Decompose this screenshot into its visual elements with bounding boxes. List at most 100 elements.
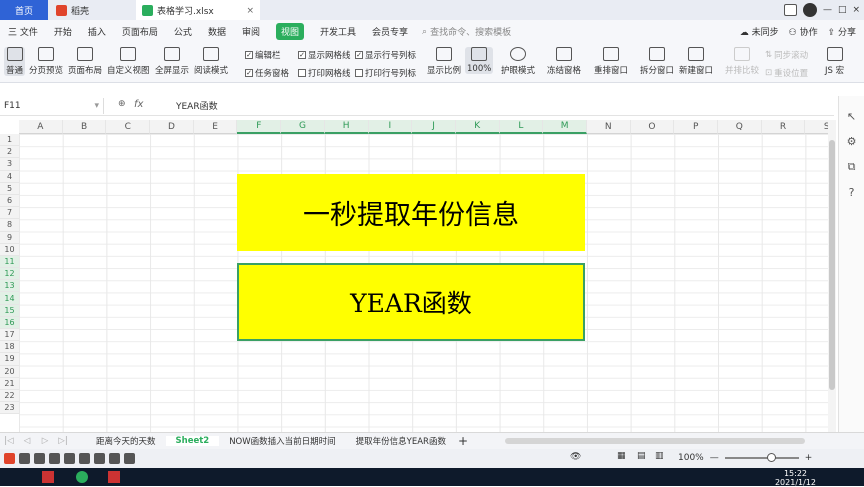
command-search[interactable]: ⌕ 查找命令、搜索模板 bbox=[422, 25, 511, 39]
eye-protection-button[interactable]: 护眼模式 bbox=[501, 47, 535, 76]
zoom-slider-knob[interactable] bbox=[766, 453, 776, 462]
normal-view-button[interactable]: 普通 bbox=[4, 47, 26, 76]
menu-file[interactable]: 三 文件 bbox=[0, 20, 46, 43]
sync-scroll-button[interactable]: ⇅ 同步滚动 bbox=[765, 49, 808, 61]
last-sheet-icon[interactable]: ▷| bbox=[54, 436, 72, 446]
row-header[interactable]: 18 bbox=[0, 341, 19, 354]
row-header[interactable]: 3 bbox=[0, 158, 19, 171]
column-header[interactable]: F bbox=[237, 120, 282, 134]
zoom-100-button[interactable]: 100% bbox=[465, 47, 494, 74]
row-header[interactable]: 9 bbox=[0, 231, 19, 244]
row-header[interactable]: 6 bbox=[0, 194, 19, 208]
row-header[interactable]: 7 bbox=[0, 207, 19, 220]
avatar[interactable] bbox=[802, 3, 817, 17]
reset-position-button[interactable]: ⊡ 重设位置 bbox=[765, 67, 808, 79]
fx-icon[interactable]: fx bbox=[134, 99, 143, 110]
page-break-preview-button[interactable]: 分页预览 bbox=[29, 47, 63, 76]
mic-icon[interactable] bbox=[64, 453, 75, 464]
sheet-tab-year[interactable]: 提取年份信息YEAR函数 bbox=[346, 435, 456, 447]
column-header[interactable]: R bbox=[761, 120, 806, 134]
clock[interactable]: 15:22 2021/1/12 bbox=[775, 469, 816, 487]
column-header[interactable]: H bbox=[324, 120, 369, 134]
wechat-icon[interactable] bbox=[76, 471, 88, 483]
check-headings[interactable]: ✓ 显示行号列标 bbox=[355, 49, 416, 61]
split-window-button[interactable]: 拆分窗口 bbox=[640, 47, 674, 76]
row-header[interactable]: 14 bbox=[0, 292, 19, 305]
row-header[interactable]: 11 bbox=[0, 255, 19, 269]
row-header[interactable]: 4 bbox=[0, 170, 19, 183]
fullscreen-button[interactable]: 全屏显示 bbox=[155, 47, 189, 76]
formula-input[interactable]: YEAR函数 bbox=[176, 99, 218, 112]
first-sheet-icon[interactable]: |◁ bbox=[0, 436, 18, 446]
column-header[interactable]: A bbox=[19, 120, 63, 134]
row-header[interactable]: 17 bbox=[0, 329, 19, 342]
name-box[interactable]: F11 ▾ bbox=[4, 98, 104, 114]
toolbox-icon[interactable] bbox=[94, 453, 105, 464]
menu-review[interactable]: 审阅 bbox=[234, 20, 268, 43]
row-header[interactable]: 19 bbox=[0, 353, 19, 366]
column-header[interactable]: B bbox=[62, 120, 107, 134]
row-header[interactable]: 12 bbox=[0, 268, 19, 281]
row-header[interactable]: 10 bbox=[0, 243, 19, 256]
row-header[interactable]: 8 bbox=[0, 219, 19, 232]
column-header[interactable]: L bbox=[499, 120, 544, 134]
next-sheet-icon[interactable]: ▷ bbox=[36, 436, 54, 446]
check-print-headings[interactable]: 打印行号列标 bbox=[355, 67, 416, 79]
row-header[interactable]: 20 bbox=[0, 365, 19, 378]
font-icon[interactable] bbox=[19, 453, 30, 464]
row-header[interactable]: 2 bbox=[0, 146, 19, 159]
row-header[interactable]: 21 bbox=[0, 377, 19, 390]
column-header[interactable]: D bbox=[150, 120, 194, 134]
column-header[interactable]: Q bbox=[718, 120, 762, 134]
format-icon[interactable]: ⧉ bbox=[848, 160, 856, 174]
freeze-panes-button[interactable]: 冻结窗格 bbox=[547, 47, 581, 76]
merged-cell-title[interactable]: 一秒提取年份信息 bbox=[237, 174, 585, 251]
check-formula-bar[interactable]: ✓ 编辑栏 bbox=[245, 49, 281, 61]
check-task-pane[interactable]: ✓ 任务窗格 bbox=[245, 67, 289, 79]
column-header[interactable]: K bbox=[455, 120, 500, 134]
row-header[interactable]: 5 bbox=[0, 182, 19, 195]
column-header[interactable]: I bbox=[368, 120, 413, 134]
vertical-scrollbar[interactable] bbox=[828, 120, 836, 432]
zoom-out-icon[interactable]: — bbox=[710, 453, 719, 463]
app-icon[interactable] bbox=[42, 471, 54, 483]
horizontal-scrollbar[interactable] bbox=[505, 438, 805, 444]
tab-daoke[interactable]: 稻壳 bbox=[50, 0, 132, 20]
column-header[interactable]: J bbox=[412, 120, 456, 134]
menu-data[interactable]: 数据 bbox=[200, 20, 234, 43]
column-header[interactable]: E bbox=[193, 120, 238, 134]
row-header[interactable]: 15 bbox=[0, 304, 19, 317]
settings-icon[interactable]: ⚙ bbox=[847, 135, 857, 148]
sheet-tab-now[interactable]: NOW函数插入当前日期时间 bbox=[219, 435, 345, 447]
merged-cell-selected[interactable]: YEAR函数 bbox=[237, 263, 585, 341]
reading-view-status-icon[interactable]: ▥ bbox=[655, 451, 664, 461]
column-header[interactable]: O bbox=[630, 120, 675, 134]
column-header[interactable]: N bbox=[586, 120, 631, 134]
check-print-gridlines[interactable]: 打印网格线 bbox=[298, 67, 351, 79]
zoom-search-icon[interactable]: ⊕ bbox=[118, 99, 126, 109]
js-macro-button[interactable]: JS 宏 bbox=[825, 47, 844, 76]
help-icon[interactable]: ? bbox=[849, 186, 855, 199]
prev-sheet-icon[interactable]: ◁ bbox=[18, 436, 36, 446]
column-header[interactable]: P bbox=[674, 120, 718, 134]
menu-view[interactable]: 视图 bbox=[268, 20, 312, 43]
zoom-slider[interactable] bbox=[724, 453, 799, 462]
add-sheet-icon[interactable]: + bbox=[458, 434, 468, 448]
row-header[interactable]: 13 bbox=[0, 280, 19, 293]
row-header[interactable]: 16 bbox=[0, 316, 19, 329]
cursor-icon[interactable]: ↖ bbox=[847, 110, 856, 123]
zoom-value[interactable]: 100% bbox=[678, 453, 704, 463]
menu-developer[interactable]: 开发工具 bbox=[312, 20, 364, 43]
column-header[interactable]: M bbox=[543, 120, 587, 134]
shirt-icon[interactable] bbox=[109, 453, 120, 464]
row-header[interactable]: 22 bbox=[0, 389, 19, 403]
share-button[interactable]: ⇪ 分享 bbox=[828, 25, 856, 38]
eye-status-icon[interactable]: 👁 bbox=[570, 452, 581, 462]
column-header[interactable]: C bbox=[106, 120, 151, 134]
menu-page-layout[interactable]: 页面布局 bbox=[114, 20, 166, 43]
side-by-side-button[interactable]: 并排比较 bbox=[725, 47, 759, 76]
scroll-thumb[interactable] bbox=[829, 140, 835, 390]
punctuation-icon[interactable] bbox=[34, 453, 45, 464]
custom-view-button[interactable]: 自定义视图 bbox=[107, 47, 150, 76]
unsynced-button[interactable]: ☁ 未同步 bbox=[740, 25, 779, 38]
